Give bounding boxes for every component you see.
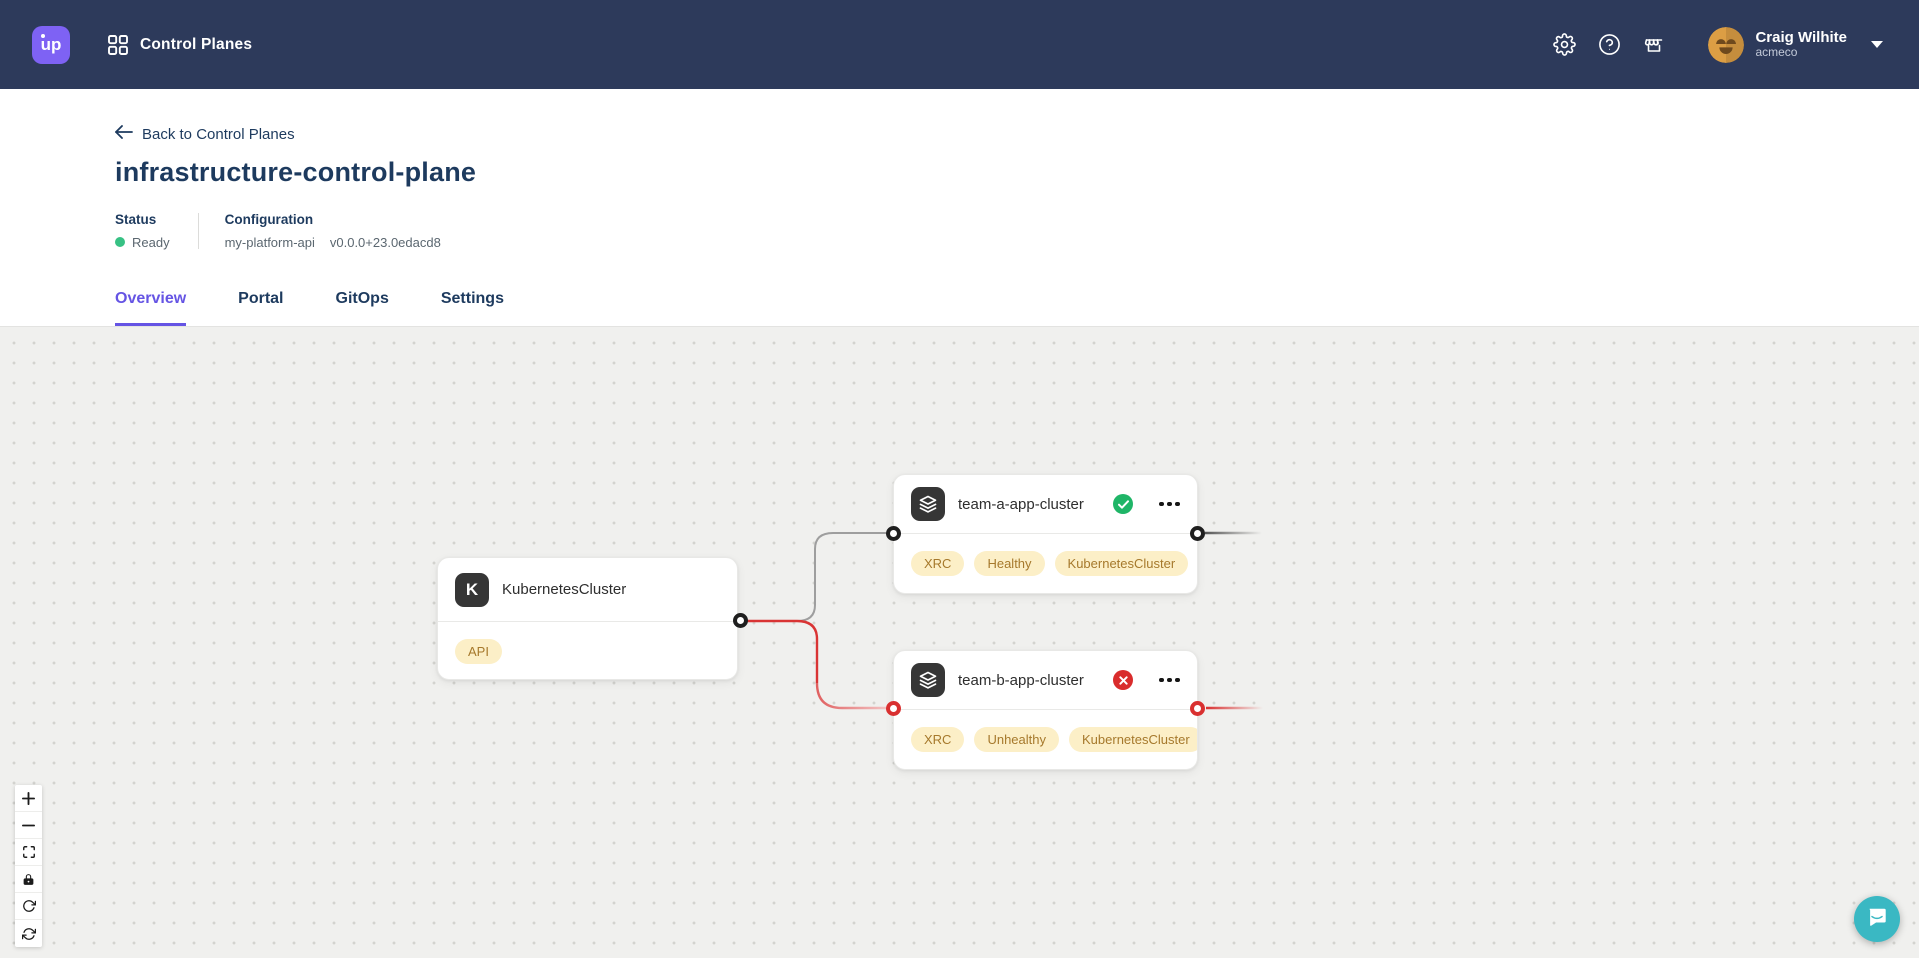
layers-icon — [911, 487, 945, 521]
user-avatar[interactable] — [1708, 27, 1744, 63]
status-column: Status Ready — [115, 213, 170, 249]
configuration-version: v0.0.0+23.0edacd8 — [330, 236, 441, 249]
status-label: Status — [115, 213, 170, 227]
node-kubernetescluster[interactable]: K KubernetesCluster API — [437, 557, 738, 680]
meta-row: Status Ready Configuration my-platform-a… — [115, 213, 1919, 249]
status-value: Ready — [132, 236, 170, 249]
badge-kubernetescluster: KubernetesCluster — [1055, 551, 1189, 576]
badge-unhealthy: Unhealthy — [974, 727, 1059, 752]
port-team-a-in[interactable] — [886, 526, 901, 541]
logo-dot — [41, 34, 45, 38]
node-team-a-app-cluster[interactable]: team-a-app-cluster XRC Healthy Kubernete… — [893, 474, 1198, 594]
check-circle-icon — [1113, 494, 1133, 514]
port-kubernetescluster-out[interactable] — [733, 613, 748, 628]
back-link-label: Back to Control Planes — [142, 126, 295, 143]
badge-healthy: Healthy — [974, 551, 1044, 576]
node-title: team-a-app-cluster — [958, 496, 1084, 513]
user-block[interactable]: Craig Wilhite acmeco — [1755, 29, 1847, 60]
tab-gitops[interactable]: GitOps — [336, 290, 389, 326]
sync-button[interactable] — [15, 920, 42, 947]
zoom-in-button[interactable] — [15, 785, 42, 812]
badge-kubernetescluster: KubernetesCluster — [1069, 727, 1198, 752]
page-title: infrastructure-control-plane — [115, 157, 1919, 188]
upbound-logo[interactable]: up — [32, 26, 70, 64]
logo-text: up — [41, 35, 62, 55]
chat-launcher-button[interactable] — [1854, 896, 1900, 942]
tab-bar: Overview Portal GitOps Settings — [115, 290, 504, 326]
node-menu-button[interactable] — [1159, 678, 1180, 683]
node-team-b-app-cluster[interactable]: team-b-app-cluster XRC Unhealthy Kuberne… — [893, 650, 1198, 770]
meta-divider — [198, 213, 199, 249]
rotate-button[interactable] — [15, 893, 42, 920]
zoom-out-button[interactable] — [15, 812, 42, 839]
badge-api: API — [455, 639, 502, 664]
top-navbar: up Control Planes — [0, 0, 1919, 89]
user-name: Craig Wilhite — [1755, 29, 1847, 46]
canvas-toolbar — [15, 785, 42, 947]
port-team-a-out[interactable] — [1190, 526, 1205, 541]
node-title: KubernetesCluster — [502, 581, 626, 598]
layers-icon — [911, 663, 945, 697]
app-title: Control Planes — [140, 36, 252, 54]
fit-view-button[interactable] — [15, 839, 42, 866]
navbar-right: Craig Wilhite acmeco — [1531, 27, 1883, 63]
lock-icon-button[interactable] — [15, 866, 42, 893]
page-header: Back to Control Planes infrastructure-co… — [0, 89, 1919, 327]
tab-overview[interactable]: Overview — [115, 290, 186, 326]
grid-icon — [107, 34, 129, 56]
status-dot — [115, 237, 125, 247]
badge-xrc: XRC — [911, 727, 964, 752]
settings-gear-icon[interactable] — [1552, 33, 1576, 57]
arrow-left-icon — [115, 125, 133, 143]
marketplace-icon[interactable] — [1642, 33, 1666, 57]
port-team-b-in[interactable] — [886, 701, 901, 716]
node-menu-button[interactable] — [1159, 502, 1180, 507]
port-team-b-out[interactable] — [1190, 701, 1205, 716]
tab-portal[interactable]: Portal — [238, 290, 283, 326]
kubernetes-k-icon: K — [455, 573, 489, 607]
configuration-label: Configuration — [225, 213, 441, 227]
help-icon[interactable] — [1597, 33, 1621, 57]
x-circle-icon — [1113, 670, 1133, 690]
graph-edges — [0, 327, 1919, 958]
node-title: team-b-app-cluster — [958, 672, 1084, 689]
configuration-name: my-platform-api — [225, 236, 315, 249]
user-org: acmeco — [1755, 46, 1847, 60]
configuration-column: Configuration my-platform-api v0.0.0+23.… — [225, 213, 441, 249]
chat-bubble-icon — [1866, 906, 1888, 933]
back-link[interactable]: Back to Control Planes — [115, 125, 295, 143]
chevron-down-icon[interactable] — [1871, 41, 1883, 48]
tab-settings[interactable]: Settings — [441, 290, 504, 326]
graph-canvas[interactable]: K KubernetesCluster API team-a-app-clust… — [0, 327, 1919, 958]
badge-xrc: XRC — [911, 551, 964, 576]
